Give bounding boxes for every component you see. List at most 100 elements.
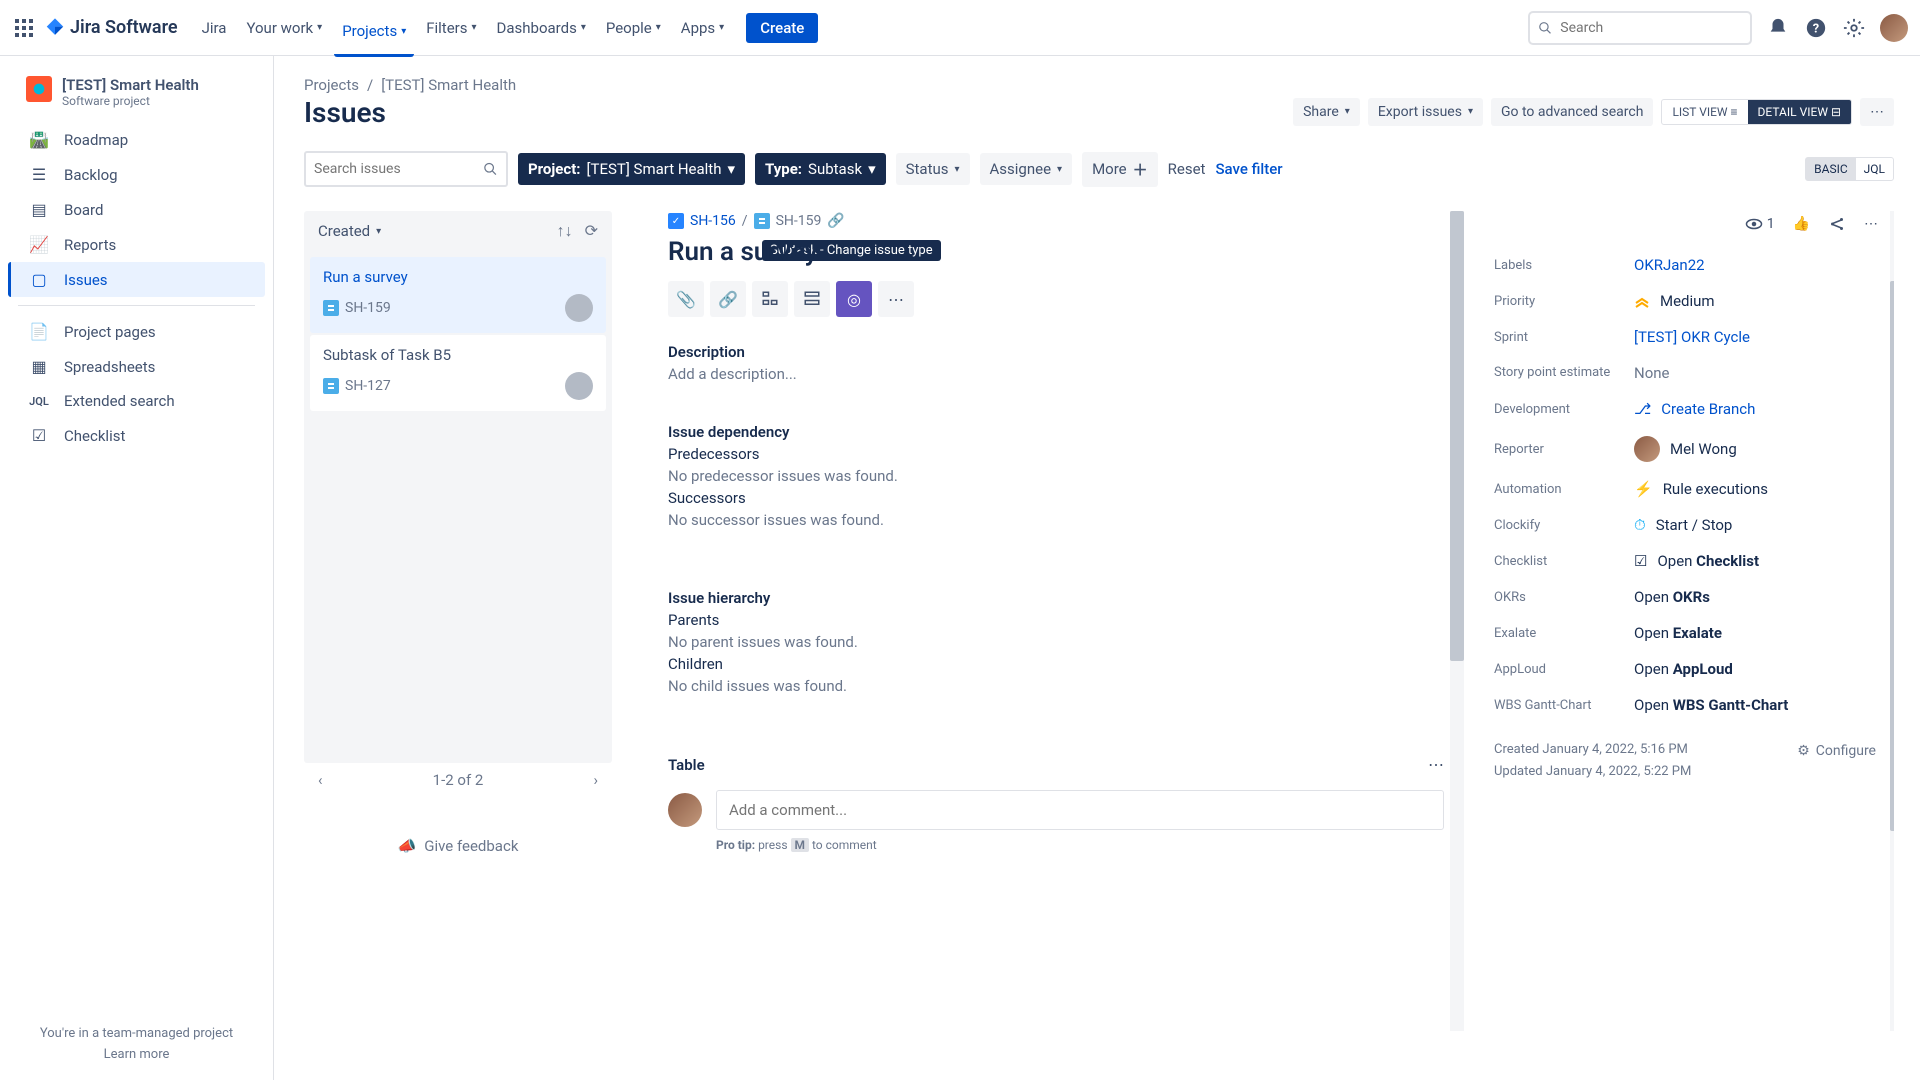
give-feedback[interactable]: 📣Give feedback — [304, 837, 612, 855]
clockify-value[interactable]: ⏱Start / Stop — [1634, 516, 1732, 534]
exalate-value[interactable]: Open Exalate — [1634, 624, 1722, 642]
learn-more-link[interactable]: Learn more — [18, 1047, 255, 1062]
settings-icon[interactable] — [1842, 16, 1866, 40]
basic-toggle[interactable]: BASIC — [1806, 158, 1856, 180]
search-issues[interactable] — [304, 151, 508, 187]
sidebar-item-board[interactable]: ▤Board — [8, 192, 265, 227]
checkbox-icon: ☑ — [1634, 552, 1647, 570]
sidebar-item-roadmap[interactable]: 🛣️Roadmap — [8, 122, 265, 157]
reporter-value[interactable]: Mel Wong — [1634, 436, 1737, 462]
project-filter-chip[interactable]: Project: [TEST] Smart Health ▾ — [518, 153, 745, 185]
more-actions-icon[interactable]: ⋯ — [878, 281, 914, 317]
sidebar-item-project-pages[interactable]: 📄Project pages — [8, 314, 265, 349]
wbs-label: WBS Gantt-Chart — [1494, 698, 1634, 713]
nav-projects[interactable]: Projects ▾ — [334, 16, 414, 57]
issue-key-link[interactable]: SH-159 — [776, 213, 822, 229]
nav-dashboards[interactable]: Dashboards ▾ — [489, 13, 594, 43]
list-view-toggle[interactable]: LIST VIEW ≡ — [1662, 100, 1747, 124]
jql-toggle[interactable]: JQL — [1856, 158, 1893, 180]
sidebar-item-extended-search[interactable]: JQLExtended search — [8, 384, 265, 418]
subtask-icon — [323, 378, 339, 394]
labels-value[interactable]: OKRJan22 — [1634, 256, 1705, 274]
issue-title[interactable]: Run a survey — [668, 237, 1444, 267]
automation-value[interactable]: ⚡Rule executions — [1634, 480, 1768, 498]
more-actions-button[interactable]: ⋯ — [1860, 98, 1894, 126]
nav-apps[interactable]: Apps ▾ — [673, 13, 732, 43]
search-input[interactable] — [1560, 20, 1742, 36]
subtask-icon — [323, 300, 339, 316]
checklist-value[interactable]: ☑Open Checklist — [1634, 552, 1759, 570]
link-icon[interactable]: 🔗 — [710, 281, 746, 317]
like-icon[interactable]: 👍 — [1793, 216, 1810, 232]
issue-card[interactable]: Subtask of Task B5 SH-127 — [310, 335, 606, 411]
sort-direction-icon[interactable]: ↑↓ — [557, 221, 573, 241]
app-action-icon[interactable]: ◎ — [836, 281, 872, 317]
next-page-icon[interactable]: › — [593, 771, 598, 789]
search-icon — [1538, 20, 1552, 36]
assignee-placeholder-icon — [565, 294, 593, 322]
children-empty: No child issues was found. — [668, 677, 1444, 695]
sidebar-item-checklist[interactable]: ☑Checklist — [8, 418, 265, 453]
okrs-value[interactable]: Open OKRs — [1634, 588, 1710, 606]
search-issues-input[interactable] — [314, 161, 483, 177]
user-avatar[interactable] — [1880, 14, 1908, 42]
watch-button[interactable]: 1 — [1745, 215, 1775, 233]
assignee-placeholder-icon — [565, 372, 593, 400]
advanced-search-button[interactable]: Go to advanced search — [1491, 98, 1653, 126]
storypoint-value[interactable]: None — [1634, 364, 1670, 382]
save-filter[interactable]: Save filter — [1215, 160, 1282, 178]
nav-your-work[interactable]: Your work ▾ — [238, 13, 330, 43]
apploud-label: AppLoud — [1494, 662, 1634, 677]
reset-filters[interactable]: Reset — [1168, 160, 1206, 178]
refresh-icon[interactable]: ⟳ — [585, 221, 598, 241]
table-more-icon[interactable]: ⋯ — [1428, 755, 1444, 774]
sidebar-item-reports[interactable]: 📈Reports — [8, 227, 265, 262]
add-form-icon[interactable] — [794, 281, 830, 317]
jira-software-logo[interactable]: Jira Software — [44, 17, 178, 39]
configure-link[interactable]: ⚙Configure — [1797, 743, 1876, 759]
priority-label: Priority — [1494, 294, 1634, 309]
attach-icon[interactable]: 📎 — [668, 281, 704, 317]
issue-card[interactable]: Run a survey SH-159 — [310, 257, 606, 333]
type-filter-chip[interactable]: Type: Subtask ▾ — [755, 153, 886, 185]
priority-value[interactable]: Medium — [1634, 292, 1715, 310]
assignee-filter-chip[interactable]: Assignee ▾ — [980, 153, 1073, 185]
subtask-icon[interactable] — [754, 213, 770, 229]
sort-dropdown[interactable]: Created ▾ — [318, 222, 381, 240]
detail-view-toggle[interactable]: DETAIL VIEW ⊟ — [1748, 100, 1851, 124]
product-name: Jira Software — [70, 17, 178, 38]
create-button[interactable]: Create — [746, 13, 818, 43]
sidebar-item-issues[interactable]: ▢Issues — [8, 262, 265, 297]
global-search[interactable] — [1528, 11, 1752, 45]
description-placeholder[interactable]: Add a description... — [668, 365, 1444, 383]
export-button[interactable]: Export issues ▾ — [1368, 98, 1483, 126]
create-branch-link[interactable]: ⎇Create Branch — [1634, 400, 1755, 418]
status-filter-chip[interactable]: Status ▾ — [896, 153, 970, 185]
prev-page-icon[interactable]: ‹ — [318, 771, 323, 789]
add-child-icon[interactable] — [752, 281, 788, 317]
more-filter-chip[interactable]: More ＋ — [1082, 152, 1158, 187]
wbs-value[interactable]: Open WBS Gantt-Chart — [1634, 696, 1788, 714]
nav-jira[interactable]: Jira — [194, 13, 235, 43]
copy-link-icon[interactable]: 🔗 — [827, 213, 844, 229]
nav-people[interactable]: People ▾ — [598, 13, 669, 43]
share-icon[interactable] — [1828, 215, 1846, 233]
comment-input[interactable] — [716, 790, 1444, 830]
share-button[interactable]: Share ▾ — [1293, 98, 1360, 126]
apps-icon[interactable] — [12, 16, 36, 40]
branch-icon: ⎇ — [1634, 400, 1651, 418]
actions-menu-icon[interactable]: ⋯ — [1864, 216, 1878, 232]
nav-filters[interactable]: Filters ▾ — [418, 13, 484, 43]
pages-icon: 📄 — [28, 322, 50, 341]
parent-issue-link[interactable]: SH-156 — [690, 213, 736, 229]
description-heading: Description — [668, 343, 1444, 361]
crumb-project[interactable]: [TEST] Smart Health — [381, 76, 516, 94]
notifications-icon[interactable] — [1766, 16, 1790, 40]
sidebar-item-spreadsheets[interactable]: ▦Spreadsheets — [8, 349, 265, 384]
reporter-avatar — [1634, 436, 1660, 462]
crumb-projects[interactable]: Projects — [304, 76, 359, 94]
sprint-value[interactable]: [TEST] OKR Cycle — [1634, 328, 1750, 346]
help-icon[interactable]: ? — [1804, 16, 1828, 40]
sidebar-item-backlog[interactable]: ☰Backlog — [8, 157, 265, 192]
apploud-value[interactable]: Open AppLoud — [1634, 660, 1733, 678]
